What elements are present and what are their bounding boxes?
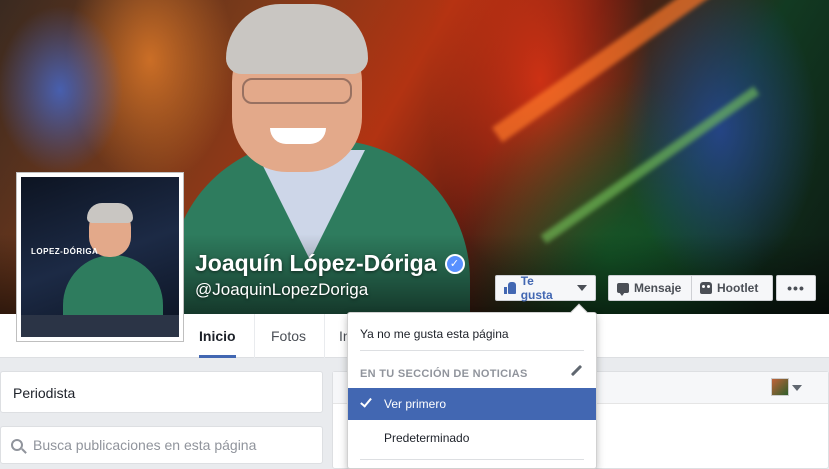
page-category[interactable]: Periodista: [0, 371, 323, 413]
check-icon: [360, 395, 372, 408]
thumbs-up-icon: [504, 282, 516, 294]
message-button-label: Mensaje: [634, 281, 682, 295]
liked-button-label: Te gusta: [520, 274, 553, 302]
acting-as-avatar[interactable]: [771, 378, 789, 396]
tab-separator: [254, 314, 255, 358]
unlike-page-item[interactable]: Ya no me gusta esta página: [348, 323, 596, 345]
profile-picture[interactable]: LOPEZ-DÓRIGA: [16, 172, 184, 342]
caret-down-icon[interactable]: [792, 385, 802, 391]
page-name[interactable]: Joaquín López-Dóriga ✓: [195, 250, 465, 277]
liked-button[interactable]: Te gusta: [495, 274, 596, 302]
see-first-option[interactable]: Ver primero: [348, 388, 596, 420]
profile-picture-brand-text: LOPEZ-DÓRIGA: [31, 247, 99, 256]
tab-fotos[interactable]: Fotos: [271, 314, 306, 358]
default-option[interactable]: Predeterminado: [348, 425, 596, 451]
hootlet-button[interactable]: Hootlet: [692, 275, 773, 301]
message-button[interactable]: Mensaje: [608, 275, 692, 301]
search-input[interactable]: [33, 437, 312, 453]
see-first-label: Ver primero: [384, 397, 447, 411]
page-name-text[interactable]: Joaquín López-Dóriga: [195, 250, 437, 277]
page-handle[interactable]: @JoaquinLopezDoriga: [195, 280, 368, 300]
cover-light-streak: [540, 86, 760, 244]
dropdown-divider: [360, 350, 584, 351]
more-dots-icon: •••: [787, 280, 805, 296]
hootlet-button-label: Hootlet: [717, 281, 759, 295]
more-options-button[interactable]: •••: [776, 275, 816, 301]
message-icon: [617, 283, 629, 296]
tab-inicio[interactable]: Inicio: [199, 314, 236, 358]
caret-down-icon: [577, 285, 587, 291]
dropdown-divider: [360, 459, 584, 460]
pencil-edit-icon[interactable]: [570, 365, 582, 377]
search-icon: [11, 439, 23, 451]
profile-picture-image: LOPEZ-DÓRIGA: [21, 177, 179, 337]
tab-separator: [324, 314, 325, 358]
page-post-search[interactable]: [0, 426, 323, 464]
like-options-dropdown: Ya no me gusta esta página EN TU SECCIÓN…: [347, 303, 597, 469]
hootlet-owl-icon: [700, 282, 712, 294]
news-feed-section-title: EN TU SECCIÓN DE NOTICIAS: [360, 368, 528, 380]
verified-badge-icon: ✓: [444, 253, 465, 274]
